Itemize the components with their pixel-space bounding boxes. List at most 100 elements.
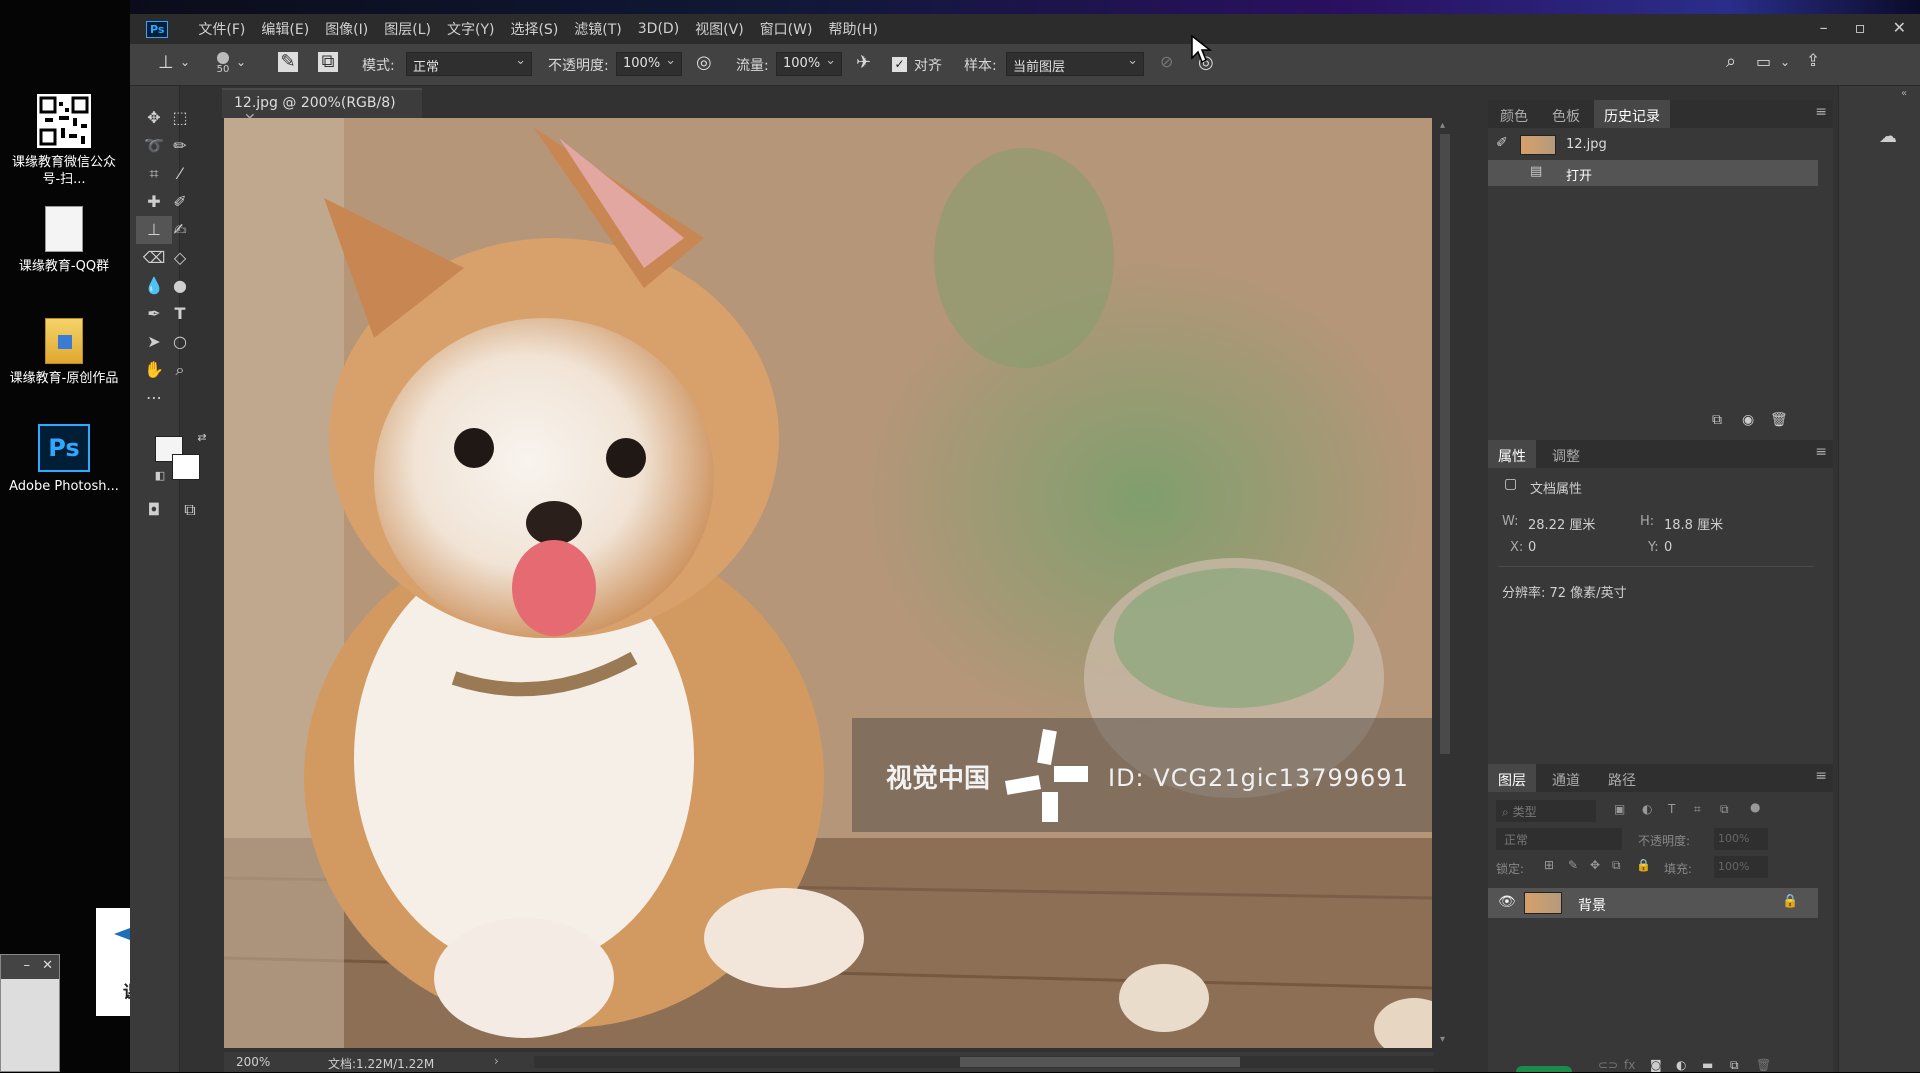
zoom-tool-icon[interactable]: ⌕: [168, 358, 192, 382]
marquee-tool-icon[interactable]: ⬚: [168, 106, 192, 130]
layer-row[interactable]: 👁 背景 🔒: [1488, 888, 1818, 918]
lock-position-icon[interactable]: ✥: [1590, 858, 1600, 872]
eraser-tool-icon[interactable]: ⌫: [142, 246, 166, 270]
pressure-opacity-icon[interactable]: ◎: [696, 52, 712, 73]
document-canvas-area[interactable]: 视觉中国 ID: VCG21gic13799691: [224, 118, 1432, 1052]
tab-history[interactable]: 历史记录: [1594, 100, 1670, 128]
filter-adjustment-icon[interactable]: ◐: [1642, 802, 1652, 816]
screen-mode-icon[interactable]: ⧉: [178, 498, 202, 522]
close-icon[interactable]: ✕: [42, 958, 53, 973]
menu-file[interactable]: 文件(F): [190, 19, 253, 39]
scroll-up-icon[interactable]: ▴: [1440, 120, 1445, 131]
height-value[interactable]: 18.8 厘米: [1664, 514, 1723, 533]
airbrush-icon[interactable]: ✈: [856, 52, 871, 73]
clone-source-icon[interactable]: ⧉: [318, 52, 338, 72]
lock-all-icon[interactable]: 🔒: [1636, 858, 1651, 872]
x-value[interactable]: 0: [1528, 540, 1536, 555]
trash-icon[interactable]: 🗑: [1770, 412, 1788, 428]
search-icon[interactable]: ⌕: [1726, 51, 1736, 72]
opacity-field[interactable]: 100%: [616, 52, 682, 76]
chevron-down-icon[interactable]: ⌄: [180, 55, 190, 69]
healing-brush-tool-icon[interactable]: ✚: [142, 190, 166, 214]
desktop-icon-originals[interactable]: 课缘教育-原创作品: [8, 318, 120, 387]
quick-select-tool-icon[interactable]: ✏: [168, 134, 192, 158]
paint-bucket-tool-icon[interactable]: ◇: [168, 246, 192, 270]
lock-transparent-icon[interactable]: ⊞: [1544, 858, 1554, 872]
move-tool-icon[interactable]: ✥: [142, 106, 166, 130]
sample-select[interactable]: 当前图层: [1006, 52, 1144, 76]
lock-artboard-icon[interactable]: ⧉: [1612, 858, 1621, 873]
path-select-tool-icon[interactable]: ➤: [142, 330, 166, 354]
menu-image[interactable]: 图像(I): [317, 19, 376, 39]
scrollbar-thumb[interactable]: [960, 1057, 1240, 1067]
chevron-down-icon[interactable]: ⌄: [1780, 55, 1790, 69]
menu-filter[interactable]: 滤镜(T): [566, 19, 629, 39]
mini-window[interactable]: – ✕: [0, 954, 60, 1072]
filter-toggle-icon[interactable]: ●: [1750, 800, 1760, 814]
panel-menu-icon[interactable]: ≡: [1815, 768, 1827, 784]
new-document-from-state-icon[interactable]: ⧉: [1712, 412, 1722, 428]
tab-channels[interactable]: 通道: [1552, 770, 1580, 790]
ellipse-tool-icon[interactable]: ○: [168, 330, 192, 354]
align-checkbox[interactable]: ✓: [892, 57, 907, 72]
camera-icon[interactable]: ◉: [1742, 412, 1754, 428]
background-color-swatch[interactable]: [172, 454, 200, 480]
zoom-level[interactable]: 200%: [236, 1055, 270, 1069]
layer-opacity-field[interactable]: 100%: [1714, 828, 1768, 850]
scroll-down-icon[interactable]: ▾: [1440, 1034, 1445, 1045]
quick-mask-icon[interactable]: ◘: [142, 498, 166, 522]
tab-color[interactable]: 颜色: [1500, 106, 1528, 126]
menu-edit[interactable]: 编辑(E): [253, 19, 317, 39]
crop-tool-icon[interactable]: ⌗: [142, 162, 166, 186]
vertical-scrollbar[interactable]: ▴ ▾: [1436, 118, 1454, 1052]
document-tab[interactable]: 12.jpg @ 200%(RGB/8) ✕: [222, 88, 422, 127]
ignore-adjustment-layers-icon[interactable]: ⊘: [1160, 52, 1173, 71]
eyedropper-tool-icon[interactable]: ⁄: [168, 162, 192, 186]
filter-type-icon[interactable]: T: [1668, 802, 1675, 816]
history-brush-source-icon[interactable]: ✐: [1496, 135, 1508, 151]
filter-pixel-icon[interactable]: ▣: [1614, 802, 1625, 816]
tab-layers[interactable]: 图层: [1488, 764, 1536, 792]
history-step-row[interactable]: ▤ 打开: [1488, 160, 1818, 186]
add-mask-icon[interactable]: ◙: [1650, 1058, 1662, 1072]
menu-view[interactable]: 视图(V): [687, 19, 752, 39]
lasso-tool-icon[interactable]: ➰: [142, 134, 166, 158]
chevron-down-icon[interactable]: ⌄: [236, 55, 246, 69]
fill-field[interactable]: 100%: [1714, 856, 1768, 878]
tab-paths[interactable]: 路径: [1608, 770, 1636, 790]
history-brush-tool-icon[interactable]: ✍: [168, 218, 192, 242]
blend-mode-select[interactable]: 正常: [1496, 828, 1622, 850]
menu-3d[interactable]: 3D(D): [630, 21, 687, 37]
clone-stamp-tool-icon[interactable]: ⊥: [158, 52, 174, 73]
horizontal-scrollbar[interactable]: [534, 1056, 1434, 1068]
pen-tool-icon[interactable]: ✒: [142, 302, 166, 326]
photo-corgi-puppy[interactable]: 视觉中国 ID: VCG21gic13799691: [224, 118, 1432, 1048]
y-value[interactable]: 0: [1664, 540, 1672, 555]
layer-filter-field[interactable]: ⌕ 类型: [1496, 800, 1596, 822]
flow-field[interactable]: 100%: [776, 52, 842, 76]
lock-pixels-icon[interactable]: ✎: [1568, 858, 1578, 872]
collapse-panels-icon[interactable]: «: [1901, 88, 1907, 99]
brush-preset-picker[interactable]: 50: [212, 50, 234, 80]
mode-select[interactable]: 正常: [406, 52, 532, 76]
brush-tool-icon[interactable]: ✐: [168, 190, 192, 214]
tab-swatches[interactable]: 色板: [1552, 106, 1580, 126]
desktop-icon-wechat-qr[interactable]: 课缘教育微信公众号-扫...: [8, 94, 120, 188]
minimize-icon[interactable]: –: [1820, 18, 1828, 37]
desktop-icon-qq-group[interactable]: 课缘教育-QQ群: [8, 206, 120, 275]
scrollbar-thumb[interactable]: [1440, 134, 1450, 754]
close-icon[interactable]: ✕: [1893, 18, 1906, 37]
type-tool-icon[interactable]: T: [168, 302, 192, 326]
dodge-tool-icon[interactable]: ●: [168, 274, 192, 298]
clone-stamp-tool-icon[interactable]: ⊥: [136, 216, 172, 244]
blur-tool-icon[interactable]: 💧: [142, 274, 166, 298]
adjustment-layer-icon[interactable]: ◐: [1676, 1058, 1686, 1072]
width-value[interactable]: 28.22 厘米: [1528, 514, 1595, 533]
panel-menu-icon[interactable]: ≡: [1815, 104, 1827, 120]
more-tools-icon[interactable]: ⋯: [142, 386, 166, 410]
new-layer-icon[interactable]: ⧉: [1730, 1058, 1739, 1073]
menu-type[interactable]: 文字(Y): [439, 19, 502, 39]
minimize-icon[interactable]: –: [23, 958, 30, 973]
menu-select[interactable]: 选择(S): [502, 19, 566, 39]
libraries-icon[interactable]: ☁: [1879, 126, 1897, 147]
